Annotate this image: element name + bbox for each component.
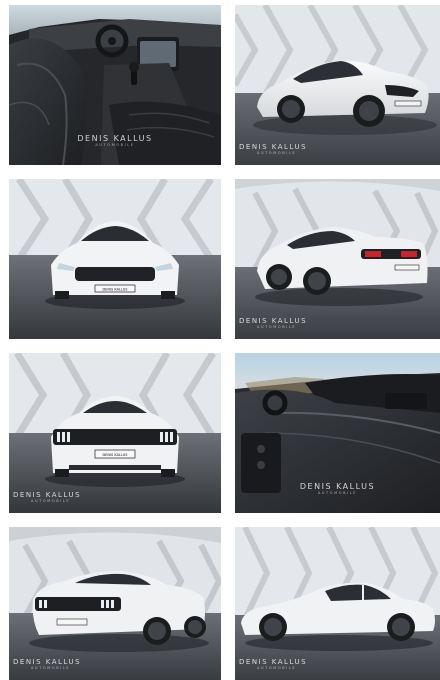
photo-exterior-rear-left[interactable]: DENIS KALLUS AUTOMOBILE	[235, 179, 440, 339]
watermark-brand: DENIS KALLUS	[239, 316, 308, 325]
plate-text: DENIS KALLUS	[102, 288, 128, 292]
photo-interior-driver-seat[interactable]: DENIS KALLUS AUTOMOBILE	[9, 5, 221, 165]
watermark: DENIS KALLUS AUTOMOBILE	[239, 657, 308, 671]
watermark-sub: AUTOMOBILE	[317, 490, 358, 495]
photo-interior-dashboard[interactable]: DENIS KALLUS AUTOMOBILE	[235, 353, 440, 513]
plate-text: DENIS KALLUS	[102, 453, 128, 457]
watermark: DENIS KALLUS AUTOMOBILE	[239, 142, 308, 156]
watermark: DENIS KALLUS AUTOMOBILE	[13, 657, 82, 671]
watermark-brand: DENIS KALLUS	[13, 490, 82, 499]
watermark-brand: DENIS KALLUS	[77, 133, 153, 143]
watermark: DENIS KALLUS AUTOMOBILE	[239, 316, 308, 330]
photo-exterior-rear-three-quarter[interactable]: DENIS KALLUS AUTOMOBILE	[9, 527, 221, 680]
watermark-sub: AUTOMOBILE	[257, 324, 297, 329]
exterior-rear-image: DENIS KALLUS	[9, 353, 221, 513]
watermark: DENIS KALLUS AUTOMOBILE	[13, 490, 82, 504]
exterior-rear-left-image	[235, 179, 440, 339]
watermark-brand: DENIS KALLUS	[13, 657, 82, 666]
photo-exterior-side-left[interactable]: DENIS KALLUS AUTOMOBILE	[235, 527, 440, 680]
watermark: DENIS KALLUS AUTOMOBILE	[77, 133, 153, 148]
watermark-sub: AUTOMOBILE	[95, 142, 135, 147]
watermark: DENIS KALLUS AUTOMOBILE	[299, 481, 376, 496]
exterior-front-image: DENIS KALLUS	[9, 179, 221, 339]
watermark-sub: AUTOMOBILE	[257, 150, 297, 155]
watermark-sub: AUTOMOBILE	[31, 498, 71, 503]
exterior-front-right-image	[235, 5, 440, 165]
photo-gallery: DENIS KALLUS AUTOMOBILE DENIS KALLUS AUT…	[0, 0, 440, 680]
photo-exterior-rear[interactable]: DENIS KALLUS DENIS KALLUS AUTOMOBILE	[9, 353, 221, 513]
photo-exterior-front[interactable]: DENIS KALLUS	[9, 179, 221, 339]
watermark-sub: AUTOMOBILE	[31, 665, 71, 670]
watermark-brand: DENIS KALLUS	[299, 481, 376, 491]
watermark-brand: DENIS KALLUS	[239, 657, 308, 666]
photo-exterior-front-right[interactable]: DENIS KALLUS AUTOMOBILE	[235, 5, 440, 165]
watermark-brand: DENIS KALLUS	[239, 142, 308, 151]
watermark-sub: AUTOMOBILE	[257, 665, 297, 670]
